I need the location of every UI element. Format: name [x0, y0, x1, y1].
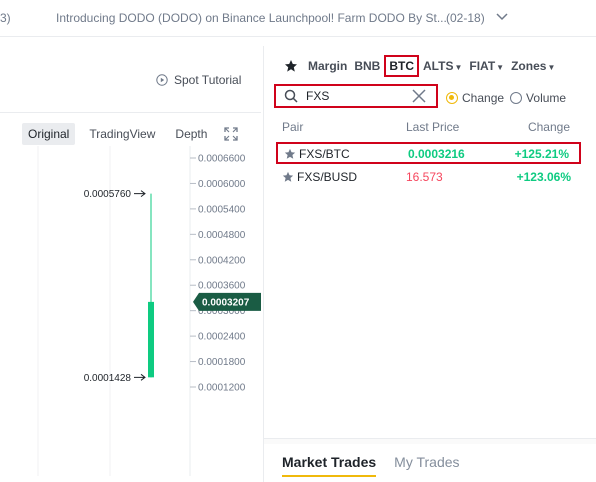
chart-panel: Spot Tutorial Original TradingView Depth…: [0, 38, 261, 482]
category-bnb-label: BNB: [354, 59, 381, 73]
caret-down-icon: ▼: [454, 63, 463, 72]
radio-empty-icon: [510, 92, 523, 104]
market-row-fxs-btc[interactable]: FXS/BTC 0.0003216 +125.21%: [276, 142, 581, 164]
caret-down-icon: ▼: [547, 63, 556, 72]
market-table-header: Pair Last Price Change: [280, 120, 570, 136]
announcement-date: (02-18): [446, 11, 485, 25]
section-divider: [264, 438, 596, 444]
tab-my-trades[interactable]: My Trades: [394, 454, 459, 477]
radio-change[interactable]: Change: [446, 91, 504, 105]
last-price: 0.0003216: [408, 147, 465, 161]
category-alts[interactable]: ALTS▼: [423, 59, 462, 73]
caret-down-icon: ▼: [496, 63, 505, 72]
candle-body: [148, 301, 154, 378]
radio-volume-label: Volume: [526, 91, 567, 105]
high-price-label: 0.0005760: [84, 189, 132, 200]
spot-tutorial-label: Spot Tutorial: [174, 73, 242, 87]
change-percent: +123.06%: [516, 170, 571, 184]
price-tick-label: 0.0002400: [198, 332, 246, 343]
play-circle-icon: [156, 74, 168, 86]
column-header-last-price[interactable]: Last Price: [406, 120, 459, 134]
price-tick-label: 0.0003600: [198, 281, 246, 292]
radio-selected-icon: [446, 92, 458, 104]
tab-market-trades[interactable]: Market Trades: [282, 454, 377, 477]
category-fiat[interactable]: FIAT▼: [469, 59, 504, 73]
fullscreen-icon[interactable]: [224, 127, 238, 141]
price-tick-label: 0.0004200: [198, 255, 246, 266]
pair-cell: FXS/BUSD: [282, 170, 357, 184]
price-tick-label: 0.0005400: [198, 204, 246, 215]
category-bnb[interactable]: BNB: [354, 59, 380, 73]
pair-search-box: [274, 84, 438, 108]
candlestick-chart[interactable]: 0.0006600 0.0006000 0.0005400 0.0004800 0.00…: [0, 146, 261, 476]
category-btc-label: BTC: [389, 59, 415, 73]
category-fiat-label: FIAT: [469, 59, 496, 73]
column-header-pair[interactable]: Pair: [282, 120, 303, 134]
announcement-bar: 3) Introducing DODO (DODO) on Binance La…: [0, 0, 596, 37]
sort-mode-radios: Change Volume: [446, 91, 566, 105]
announcement-link[interactable]: Introducing DODO (DODO) on Binance Launc…: [56, 11, 447, 25]
price-tick-label: 0.0001800: [198, 357, 246, 368]
price-tick-label: 0.0004800: [198, 230, 246, 241]
star-icon[interactable]: [284, 59, 298, 73]
category-zones[interactable]: Zones▼: [511, 59, 555, 73]
tab-tradingview[interactable]: TradingView: [83, 123, 161, 145]
tab-depth[interactable]: Depth: [169, 123, 213, 145]
arrow-right-icon: [134, 190, 146, 198]
market-row-fxs-busd[interactable]: FXS/BUSD 16.573 +123.06%: [276, 167, 581, 189]
pair-cell: FXS/BTC: [284, 147, 350, 161]
market-panel: Margin BNB BTC ALTS▼ FIAT▼ Zones▼ Change…: [263, 46, 596, 482]
divider: [0, 112, 261, 113]
pair-name: FXS/BUSD: [297, 170, 358, 184]
search-input[interactable]: [306, 88, 406, 104]
chart-view-tabs: Original TradingView Depth: [22, 123, 221, 145]
pair-name: FXS/BTC: [299, 147, 350, 161]
search-icon: [284, 89, 298, 103]
favorite-star-icon[interactable]: [282, 171, 294, 183]
category-btc[interactable]: BTC: [384, 55, 419, 77]
tab-original[interactable]: Original: [22, 123, 76, 145]
radio-change-label: Change: [462, 91, 505, 105]
trades-tabs: Market Trades My Trades: [282, 454, 460, 477]
announcement-previous-fragment: 3): [0, 11, 11, 25]
category-zones-label: Zones: [511, 59, 547, 73]
category-margin[interactable]: Margin: [308, 59, 347, 73]
change-percent: +125.21%: [514, 147, 569, 161]
spot-tutorial-button[interactable]: Spot Tutorial: [156, 73, 241, 87]
price-tick-label: 0.0001200: [198, 383, 246, 394]
low-price-label: 0.0001428: [84, 373, 132, 384]
favorite-star-icon[interactable]: [284, 148, 296, 160]
last-price: 16.573: [406, 170, 443, 184]
market-category-tabs: Margin BNB BTC ALTS▼ FIAT▼ Zones▼: [284, 55, 555, 77]
radio-volume[interactable]: Volume: [510, 91, 566, 105]
close-icon[interactable]: [411, 88, 427, 104]
price-tick-label: 0.0006000: [198, 179, 246, 190]
price-tick-label: 0.0006600: [198, 154, 246, 165]
category-margin-label: Margin: [308, 59, 348, 73]
arrow-right-icon: [134, 373, 146, 381]
current-price-label: 0.0003207: [202, 297, 250, 308]
category-alts-label: ALTS: [423, 59, 454, 73]
chevron-down-icon[interactable]: [494, 8, 510, 24]
column-header-change[interactable]: Change: [528, 120, 570, 134]
